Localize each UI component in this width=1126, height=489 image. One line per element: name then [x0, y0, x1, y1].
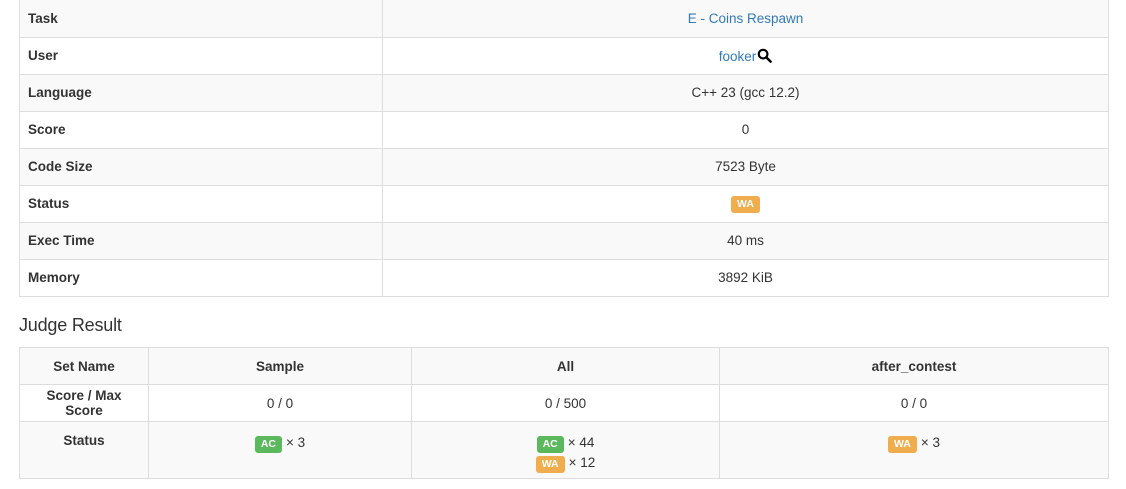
score-row: Score / Max Score 0 / 0 0 / 500 0 / 0 — [19, 384, 1109, 422]
count: × 3 — [286, 435, 306, 450]
submission-info-table: Task E - Coins Respawn User fooker Langu… — [19, 0, 1109, 297]
task-link[interactable]: E - Coins Respawn — [688, 11, 804, 26]
row-label: Task — [19, 0, 383, 38]
score-after-contest: 0 / 0 — [719, 384, 1109, 422]
status-row: Status AC × 3 AC × 44 WA × 12 WA × 3 — [19, 421, 1109, 479]
row-value: E - Coins Respawn — [382, 0, 1109, 38]
status-after-contest: WA × 3 — [719, 421, 1109, 479]
row-status: Status WA — [19, 184, 1109, 223]
row-user: User fooker — [19, 36, 1109, 75]
row-label: User — [19, 36, 383, 75]
row-label: Language — [19, 73, 383, 112]
status-line: WA × 3 — [728, 433, 1100, 453]
row-label: Memory — [19, 258, 383, 297]
judge-result: Set Name Sample All after_contest Score … — [19, 347, 1109, 479]
row-exec-time: Exec Time 40 ms — [19, 221, 1109, 260]
score-sample: 0 / 0 — [148, 384, 412, 422]
status-sample: AC × 3 — [148, 421, 412, 479]
row-value: 3892 KiB — [382, 258, 1109, 297]
count: × 3 — [920, 435, 941, 450]
header-after-contest: after_contest — [719, 347, 1109, 385]
score-row-label: Score / Max Score — [19, 384, 149, 422]
status-row-label: Status — [19, 421, 149, 479]
row-value: 0 — [382, 110, 1109, 149]
count: × 12 — [568, 455, 596, 470]
row-label: Status — [19, 184, 383, 223]
row-label: Code Size — [19, 147, 383, 186]
score-all: 0 / 500 — [411, 384, 720, 422]
status-badge: WA — [731, 195, 760, 213]
wa-badge: WA — [535, 456, 565, 473]
submission-info: Task E - Coins Respawn User fooker Langu… — [19, 0, 1109, 297]
row-label: Exec Time — [19, 221, 383, 260]
row-task: Task E - Coins Respawn — [19, 0, 1109, 38]
wa-badge: WA — [887, 436, 917, 453]
row-value: WA — [382, 184, 1109, 223]
status-line: AC × 44 — [420, 433, 711, 453]
row-language: Language C++ 23 (gcc 12.2) — [19, 73, 1109, 112]
status-all: AC × 44 WA × 12 — [411, 421, 720, 479]
judge-result-heading: Judge Result — [19, 315, 122, 335]
header-all: All — [411, 347, 720, 385]
row-value: 7523 Byte — [382, 147, 1109, 186]
header-set-name: Set Name — [19, 347, 149, 385]
user-link[interactable]: fooker — [719, 49, 757, 64]
row-value: fooker — [382, 36, 1109, 75]
row-memory: Memory 3892 KiB — [19, 258, 1109, 297]
row-label: Score — [19, 110, 383, 149]
judge-header-row: Set Name Sample All after_contest — [19, 347, 1109, 385]
row-value: C++ 23 (gcc 12.2) — [382, 73, 1109, 112]
judge-result-table: Set Name Sample All after_contest Score … — [19, 347, 1109, 479]
search-icon[interactable] — [757, 48, 773, 63]
status-line: WA × 12 — [420, 453, 711, 473]
row-code-size: Code Size 7523 Byte — [19, 147, 1109, 186]
ac-badge: AC — [254, 436, 282, 453]
row-value: 40 ms — [382, 221, 1109, 260]
header-sample: Sample — [148, 347, 412, 385]
row-score: Score 0 — [19, 110, 1109, 149]
status-line: AC × 3 — [157, 433, 403, 453]
count: × 44 — [567, 435, 595, 450]
ac-badge: AC — [536, 436, 564, 453]
